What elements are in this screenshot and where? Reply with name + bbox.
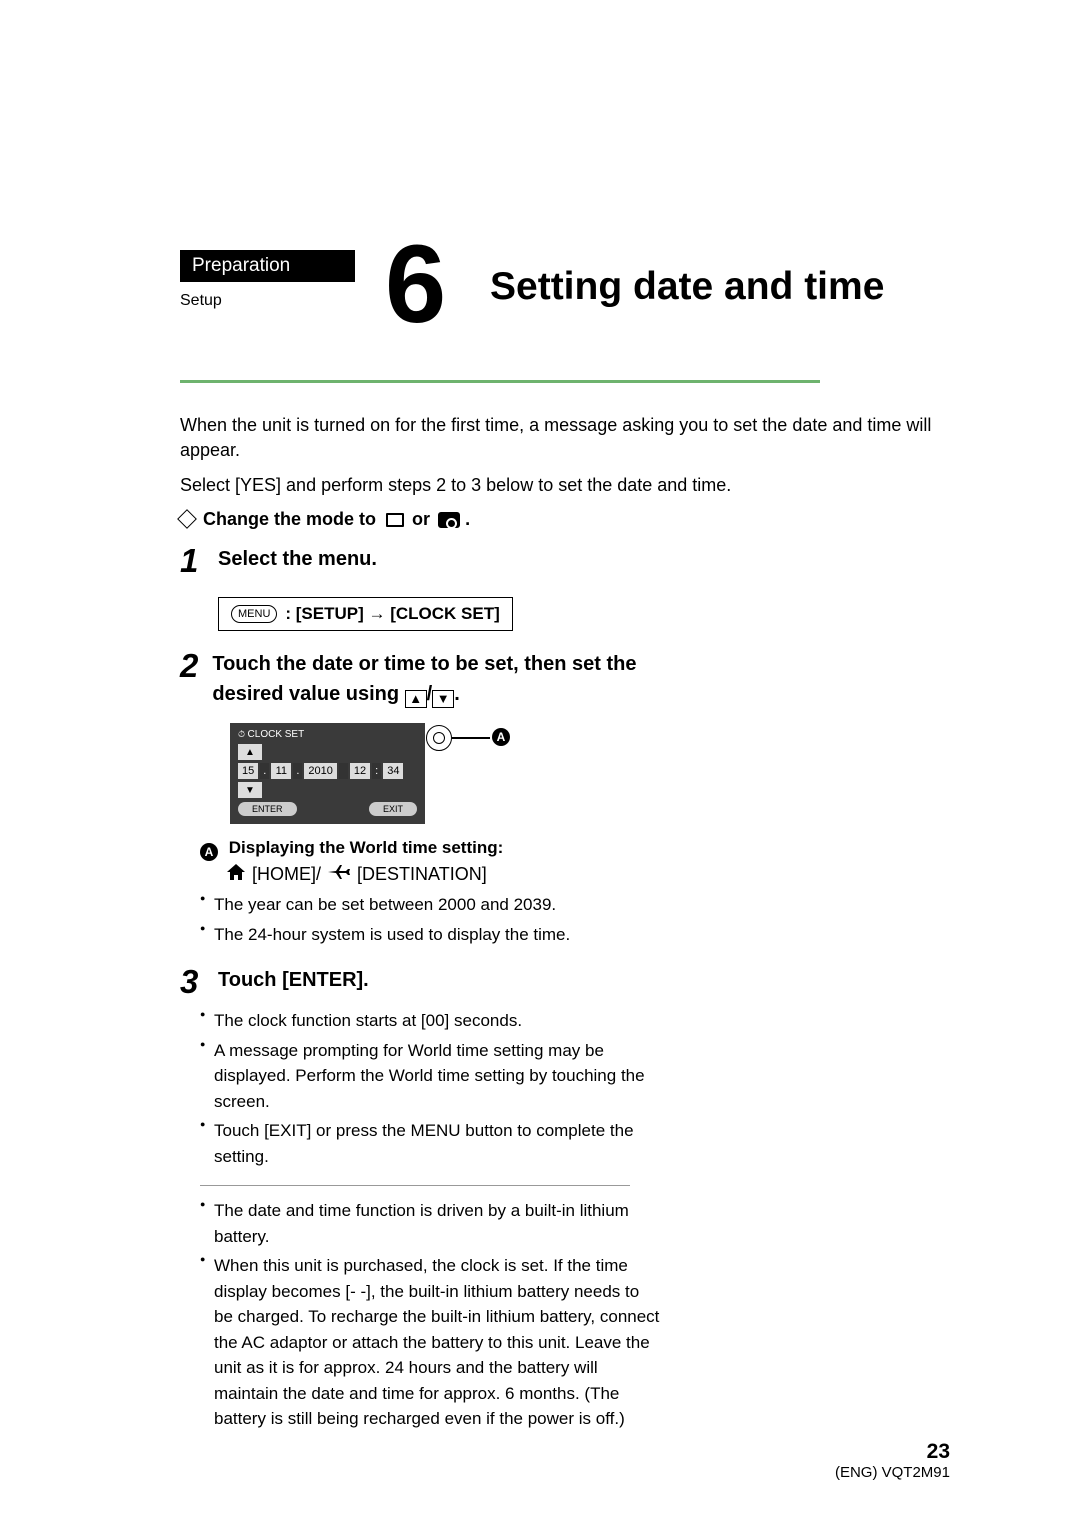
intro-paragraph-2: Select [YES] and perform steps 2 to 3 be…: [180, 473, 950, 498]
step-text: Select the menu.: [218, 544, 377, 577]
min-cell: 34: [383, 763, 403, 779]
step-number: 2: [180, 649, 198, 709]
notes-c: The date and time function is driven by …: [200, 1198, 660, 1432]
menu-button-label: MENU: [231, 605, 277, 623]
up-button: ▲: [238, 744, 262, 760]
subcategory-label: Setup: [180, 292, 222, 310]
step-2: 2 Touch the date or time to be set, then…: [180, 649, 660, 709]
up-arrow-icon: ▲: [405, 690, 427, 708]
down-arrow-icon: ▼: [432, 690, 454, 708]
intro-paragraph-1: When the unit is turned on for the first…: [180, 413, 950, 463]
sep: .: [260, 763, 269, 779]
callout-line: [452, 737, 490, 739]
note-item: Touch [EXIT] or press the MENU button to…: [200, 1118, 660, 1169]
clock-title: CLOCK SET: [238, 729, 417, 740]
year-cell: 2010: [304, 763, 336, 779]
day-cell: 15: [238, 763, 258, 779]
plane-icon: [327, 864, 351, 885]
world-time-heading: A Displaying the World time setting:: [200, 838, 660, 861]
divider: [200, 1185, 630, 1186]
step-text: Touch [ENTER].: [218, 965, 369, 998]
page-title: Setting date and time: [490, 265, 884, 309]
exit-button: EXIT: [369, 802, 417, 816]
mode-prefix: Change the mode to: [203, 509, 376, 529]
note-item: When this unit is purchased, the clock i…: [200, 1253, 660, 1432]
notes-a: The year can be set between 2000 and 203…: [200, 892, 660, 947]
down-button: ▼: [238, 782, 262, 798]
photo-mode-icon: [438, 512, 460, 528]
section-number: 6: [385, 230, 446, 340]
label-a-icon: A: [200, 843, 218, 861]
step-number: 1: [180, 544, 204, 577]
note-item: The date and time function is driven by …: [200, 1198, 660, 1249]
step-3: 3 Touch [ENTER].: [180, 965, 660, 998]
diamond-icon: [177, 509, 197, 529]
menu-path-box: MENU : [SETUP] → [CLOCK SET]: [218, 597, 513, 631]
enter-button: ENTER: [238, 802, 297, 816]
footer: 23 (ENG) VQT2M91: [180, 1440, 950, 1481]
mode-suffix: .: [465, 509, 470, 529]
step-2-suffix: .: [454, 683, 460, 705]
world-time-options: [HOME]/ [DESTINATION]: [226, 863, 660, 886]
clock-screen: CLOCK SET ▲ 15 . 11 . 2010 12 : 34 ▼ ENT…: [230, 723, 425, 824]
home-label: [HOME]/: [252, 864, 321, 885]
category-bar: Preparation: [180, 250, 355, 282]
document-id: (ENG) VQT2M91: [180, 1464, 950, 1481]
month-cell: 11: [271, 763, 291, 779]
home-icon: [226, 863, 246, 886]
world-time-text: Displaying the World time setting:: [229, 838, 504, 857]
note-item: The year can be set between 2000 and 203…: [200, 892, 660, 918]
mode-or: or: [412, 509, 430, 530]
callout-a: A: [492, 728, 510, 746]
header: Preparation Setup 6 Setting date and tim…: [180, 250, 950, 380]
sep: .: [293, 763, 302, 779]
page-number: 23: [180, 1440, 950, 1464]
notes-b: The clock function starts at [00] second…: [200, 1008, 660, 1169]
destination-label: [DESTINATION]: [357, 864, 487, 885]
step-text: Touch the date or time to be set, then s…: [212, 649, 660, 709]
sep: :: [372, 763, 381, 779]
movie-mode-icon: [386, 513, 404, 527]
note-item: The clock function starts at [00] second…: [200, 1008, 660, 1034]
note-item: The 24-hour system is used to display th…: [200, 922, 660, 948]
step-number: 3: [180, 965, 204, 998]
divider-accent: [180, 380, 820, 383]
step-1: 1 Select the menu.: [180, 544, 660, 577]
clock-set-figure: CLOCK SET ▲ 15 . 11 . 2010 12 : 34 ▼ ENT…: [230, 723, 500, 824]
mode-instruction: Change the mode to or .: [180, 509, 950, 531]
note-item: A message prompting for World time setti…: [200, 1038, 660, 1115]
lens-icon: [426, 725, 452, 751]
page-content: Preparation Setup 6 Setting date and tim…: [180, 250, 950, 1436]
hour-cell: 12: [350, 763, 370, 779]
gap: [339, 763, 348, 779]
menu-path-text: : [SETUP] → [CLOCK SET]: [285, 604, 499, 624]
